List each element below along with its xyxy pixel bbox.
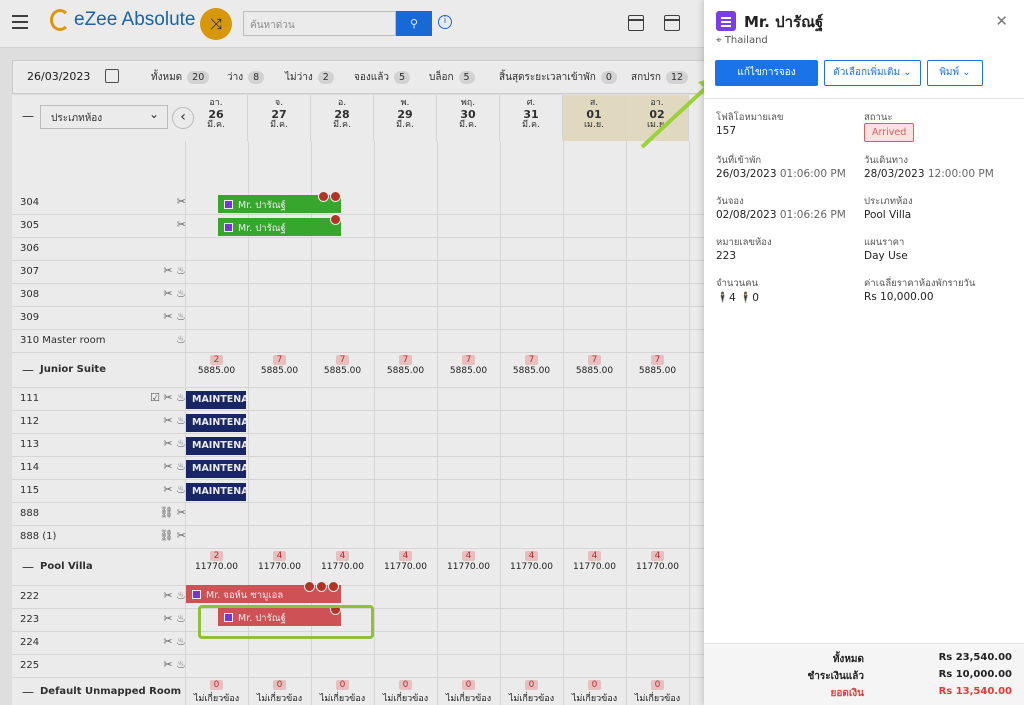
adult-icon: 🕴 xyxy=(716,292,730,304)
balance-label: ยอดเงิน xyxy=(830,688,865,699)
building-icon xyxy=(716,11,736,31)
folio-label: โฟลิโอหมายเลข xyxy=(716,112,784,123)
guest-country: ⌖ Thailand xyxy=(716,35,768,46)
dim-overlay xyxy=(0,0,704,705)
balance-value: Rs 13,540.00 xyxy=(938,686,1012,697)
checkin-label: วันที่เข้าพัก xyxy=(716,155,762,166)
checkout-value: 28/03/2023 12:00:00 PM xyxy=(864,168,994,180)
edit-booking-button[interactable]: แก้ไขการจอง xyxy=(715,60,818,86)
status-badge: Arrived xyxy=(864,123,915,142)
close-icon[interactable]: ✕ xyxy=(995,12,1008,30)
child-icon: 🕴 xyxy=(739,292,753,304)
avg-rate-value: Rs 10,000.00 xyxy=(864,291,934,303)
more-options-button[interactable]: ตัวเลือกเพิ่มเติม ⌄ xyxy=(824,60,921,86)
rate-plan-label: แผนราคา xyxy=(864,237,905,248)
pax-label: จำนวนคน xyxy=(716,278,759,289)
room-type-value: Pool Villa xyxy=(864,209,912,221)
room-type-label: ประเภทห้อง xyxy=(864,196,913,207)
divider xyxy=(704,98,1024,99)
checkout-label: วันเดินทาง xyxy=(864,155,908,166)
location-icon: ⌖ xyxy=(716,35,725,46)
total-label: ทั้งหมด xyxy=(832,654,864,665)
booking-detail-panel: Mr. ปารัณฐ์ ✕ ⌖ Thailand แก้ไขการจอง ตัว… xyxy=(704,0,1024,705)
folio-value: 157 xyxy=(716,125,737,137)
guest-name: Mr. ปารัณฐ์ xyxy=(744,13,824,31)
booking-date-label: วันจอง xyxy=(716,196,744,207)
total-value: Rs 23,540.00 xyxy=(938,652,1012,663)
booking-date-value: 02/08/2023 01:06:26 PM xyxy=(716,209,846,221)
rate-plan-value: Day Use xyxy=(864,250,908,262)
avg-rate-label: ค่าเฉลี่ยราคาห้องพักรายวัน xyxy=(864,278,976,289)
checkin-value: 26/03/2023 01:06:00 PM xyxy=(716,168,846,180)
paid-label: ชำระเงินแล้ว xyxy=(807,671,864,682)
room-no-label: หมายเลขห้อง xyxy=(716,237,772,248)
print-button[interactable]: พิมพ์ ⌄ xyxy=(927,60,983,86)
totals-footer: ทั้งหมด Rs 23,540.00 ชำระเงินแล้ว Rs 10,… xyxy=(704,643,1024,705)
pax-value: 🕴4 🕴0 xyxy=(716,292,759,304)
paid-value: Rs 10,000.00 xyxy=(938,669,1012,680)
room-no-value: 223 xyxy=(716,250,737,262)
